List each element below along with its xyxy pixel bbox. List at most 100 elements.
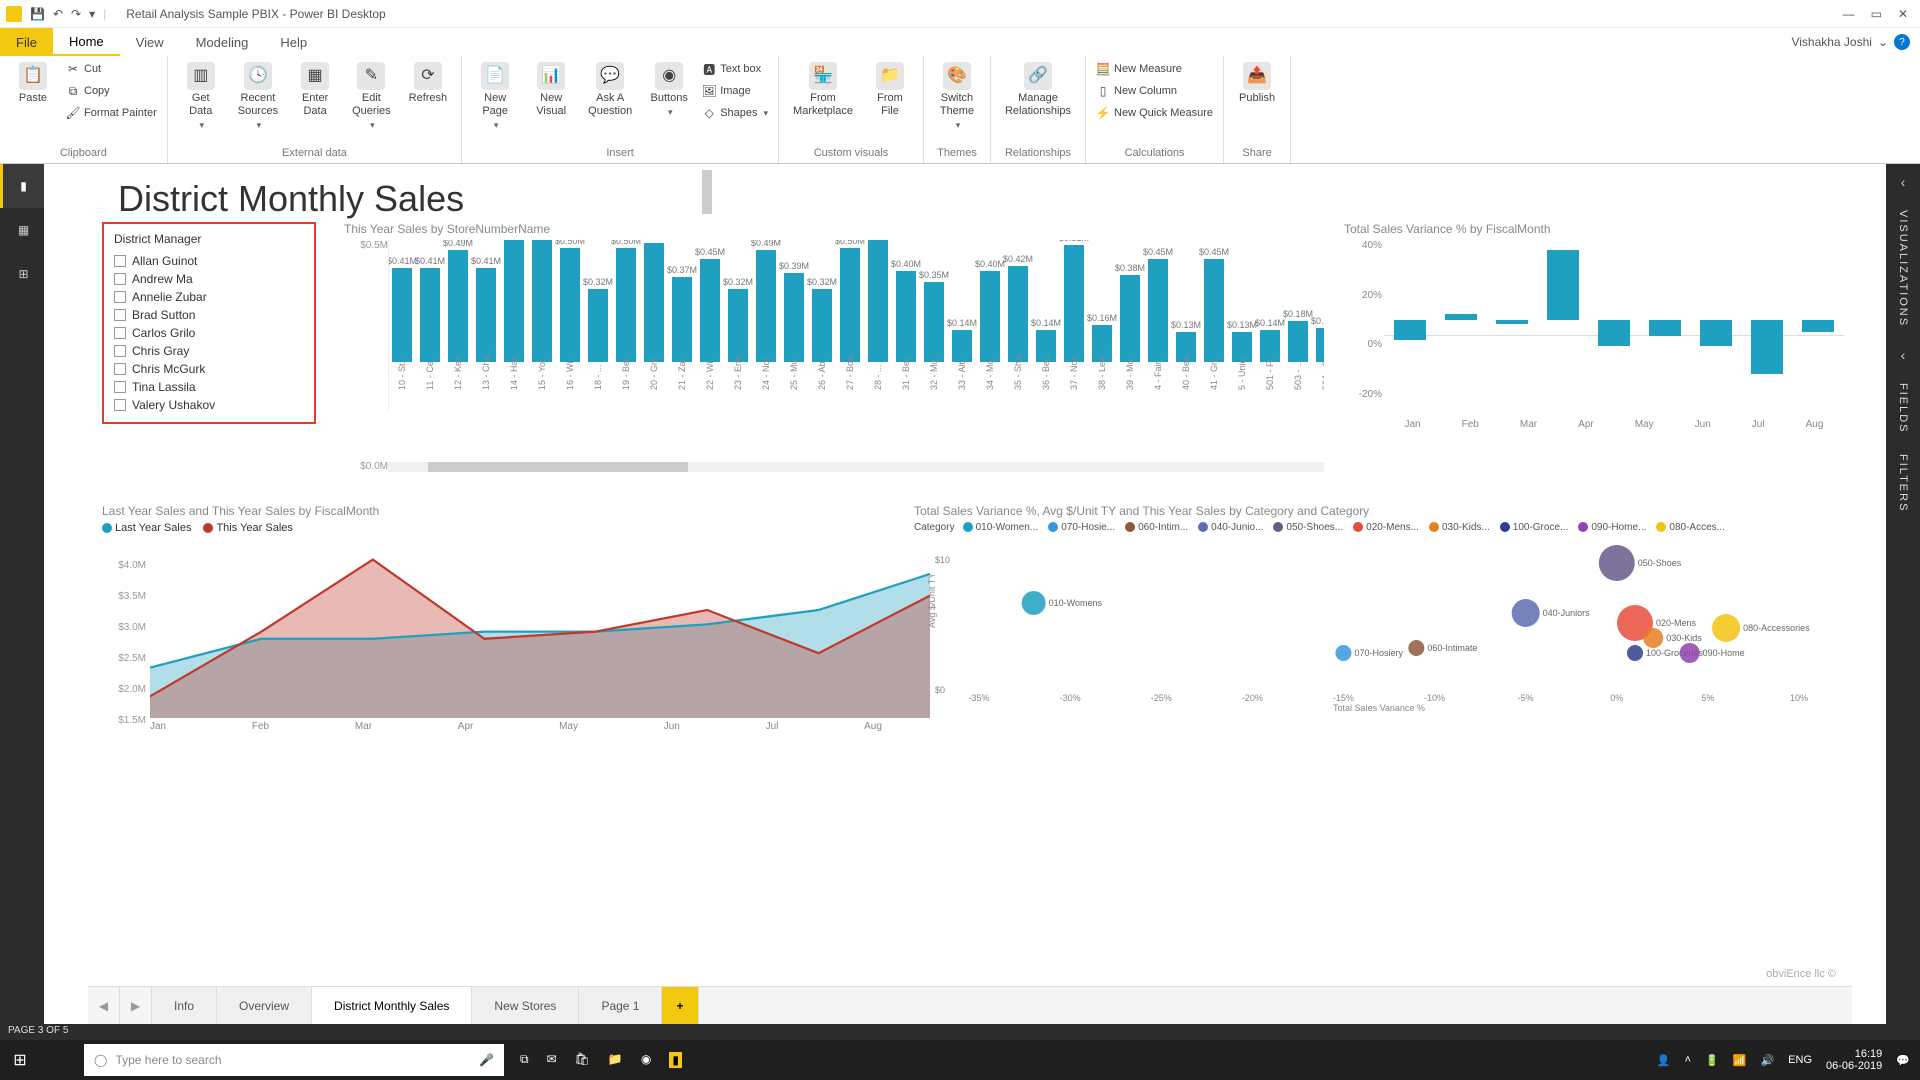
store-app-icon[interactable]: 🛍 [575, 1052, 590, 1068]
slicer-item[interactable]: Allan Guinot [114, 252, 304, 270]
bar[interactable]: $0.14M501 - Fr... [1257, 318, 1283, 410]
filters-pane-label[interactable]: FILTERS [1897, 454, 1909, 512]
volume-icon[interactable]: 🔊 [1760, 1054, 1774, 1067]
maximize-icon[interactable]: ▭ [1871, 7, 1882, 21]
fields-pane-label[interactable]: FIELDS [1897, 383, 1909, 434]
enter-data-button[interactable]: ▦Enter Data [292, 60, 338, 120]
bar[interactable] [1802, 320, 1834, 332]
close-icon[interactable]: ✕ [1898, 7, 1908, 21]
slicer-item[interactable]: Chris Gray [114, 342, 304, 360]
next-page-button[interactable]: ▶ [120, 987, 152, 1024]
help-icon[interactable]: ? [1894, 34, 1910, 50]
expand-visualizations-icon[interactable]: ‹ [1901, 174, 1906, 190]
bar[interactable]: $0.13M40 - Bea... [1173, 320, 1199, 410]
report-view-button[interactable]: ▮ [0, 164, 44, 208]
bar[interactable]: $0.32M18 - ... [585, 277, 611, 410]
copy-button[interactable]: ⧉Copy [66, 82, 157, 100]
bar[interactable]: $0.14M36 - Bec... [1033, 318, 1059, 410]
bar[interactable] [1751, 320, 1783, 374]
bar[interactable]: $0.18M503 - ... [1285, 309, 1311, 410]
signed-in-user[interactable]: Vishakha Joshi ⌄ ? [1791, 28, 1920, 56]
tab-page-1[interactable]: Page 1 [579, 987, 662, 1024]
slicer-item[interactable]: Valery Ushakov [114, 396, 304, 414]
legend-item[interactable]: 020-Mens... [1353, 522, 1419, 533]
scatter-point[interactable] [1627, 645, 1643, 661]
slicer-item[interactable]: Chris McGurk [114, 360, 304, 378]
legend-item[interactable]: 080-Acces... [1656, 522, 1725, 533]
ask-question-button[interactable]: 💬Ask A Question [584, 60, 636, 120]
image-button[interactable]: 🖼Image [702, 82, 768, 100]
taskbar-search[interactable]: ◯ Type here to search 🎤 [84, 1044, 504, 1076]
bar[interactable]: $0.13M5 - Unio... [1229, 320, 1255, 410]
legend-item[interactable]: 030-Kids... [1429, 522, 1490, 533]
bar[interactable] [1700, 320, 1732, 346]
slicer-item[interactable]: Tina Lassila [114, 378, 304, 396]
new-measure-button[interactable]: 🧮New Measure [1096, 60, 1213, 78]
shapes-button[interactable]: ◇Shapes [702, 104, 768, 122]
scatter-point[interactable] [1408, 640, 1424, 656]
wifi-icon[interactable]: 📶 [1733, 1054, 1747, 1067]
mic-icon[interactable]: 🎤 [479, 1053, 494, 1067]
refresh-button[interactable]: ⟳Refresh [405, 60, 452, 107]
tab-help[interactable]: Help [264, 28, 323, 56]
new-quick-measure-button[interactable]: ⚡New Quick Measure [1096, 104, 1213, 122]
legend-item[interactable]: 060-Intim... [1125, 522, 1188, 533]
visualizations-pane-label[interactable]: VISUALIZATIONS [1897, 210, 1909, 327]
task-view-icon[interactable]: ⧉ [520, 1052, 529, 1068]
scatter-point[interactable] [1512, 599, 1540, 627]
add-page-button[interactable]: + [662, 987, 698, 1024]
get-data-button[interactable]: ▥Get Data [178, 60, 224, 133]
bar[interactable] [1496, 320, 1528, 324]
tab-overview[interactable]: Overview [217, 987, 312, 1024]
textbox-button[interactable]: 🅰Text box [702, 60, 768, 78]
publish-button[interactable]: 📤Publish [1234, 60, 1280, 107]
tray-chevron-icon[interactable]: ˄ [1685, 1054, 1691, 1066]
tab-view[interactable]: View [120, 28, 180, 56]
chrome-icon[interactable]: ◉ [641, 1052, 651, 1068]
manage-relationships-button[interactable]: 🔗Manage Relationships [1001, 60, 1075, 120]
undo-icon[interactable]: ↶ [53, 7, 63, 21]
bar[interactable] [1649, 320, 1681, 336]
scatter-point[interactable] [1712, 614, 1740, 642]
scatter-point[interactable] [1599, 545, 1635, 581]
explorer-icon[interactable]: 📁 [608, 1052, 623, 1068]
data-view-button[interactable]: ▦ [0, 208, 44, 252]
variance-bar-chart[interactable]: Total Sales Variance % by FiscalMonth 40… [1344, 222, 1844, 430]
system-clock[interactable]: 16:1906-06-2019 [1826, 1048, 1882, 1072]
language-indicator[interactable]: ENG [1788, 1054, 1812, 1066]
tab-new-stores[interactable]: New Stores [472, 987, 579, 1024]
report-canvas[interactable]: District Monthly Sales District Manager … [44, 164, 1886, 1024]
prev-page-button[interactable]: ◀ [88, 987, 120, 1024]
qat-dropdown-icon[interactable]: ▾ [89, 7, 95, 21]
cut-button[interactable]: ✂Cut [66, 60, 157, 78]
edit-queries-button[interactable]: ✎Edit Queries [348, 60, 395, 133]
this-year-sales-bar-chart[interactable]: This Year Sales by StoreNumberName $0.5M… [344, 222, 1324, 472]
bar[interactable]: $0.14M33 - Alt... [949, 318, 975, 410]
bar[interactable] [1598, 320, 1630, 346]
scatter-point[interactable] [1680, 643, 1700, 663]
paste-button[interactable]: 📋Paste [10, 60, 56, 107]
new-page-button[interactable]: 📄New Page [472, 60, 518, 133]
legend-item[interactable]: 040-Junio... [1198, 522, 1263, 533]
file-menu[interactable]: File [0, 28, 53, 56]
tab-district-monthly-sales[interactable]: District Monthly Sales [312, 987, 472, 1024]
from-marketplace-button[interactable]: 🏪From Marketplace [789, 60, 857, 120]
recent-sources-button[interactable]: 🕓Recent Sources [234, 60, 282, 133]
mail-icon[interactable]: ✉ [547, 1052, 557, 1068]
start-button[interactable]: ⊞ [0, 1050, 40, 1070]
save-icon[interactable]: 💾 [30, 7, 45, 21]
legend-item[interactable]: 010-Women... [963, 522, 1039, 533]
bar[interactable]: $0.32M26 - Ab... [809, 277, 835, 410]
expand-fields-icon[interactable]: ‹ [1901, 347, 1906, 363]
category-scatter-chart[interactable]: Total Sales Variance %, Avg $/Unit TY an… [914, 504, 1844, 743]
new-column-button[interactable]: ▯New Column [1096, 82, 1213, 100]
bar[interactable] [1394, 320, 1426, 340]
tab-modeling[interactable]: Modeling [180, 28, 265, 56]
horizontal-scrollbar[interactable] [388, 462, 1324, 472]
slicer-item[interactable]: Brad Sutton [114, 306, 304, 324]
scatter-point[interactable] [1335, 645, 1351, 661]
tab-home[interactable]: Home [53, 28, 120, 56]
slicer-item[interactable]: Andrew Ma [114, 270, 304, 288]
bar[interactable] [1547, 250, 1579, 320]
from-file-button[interactable]: 📁From File [867, 60, 913, 120]
